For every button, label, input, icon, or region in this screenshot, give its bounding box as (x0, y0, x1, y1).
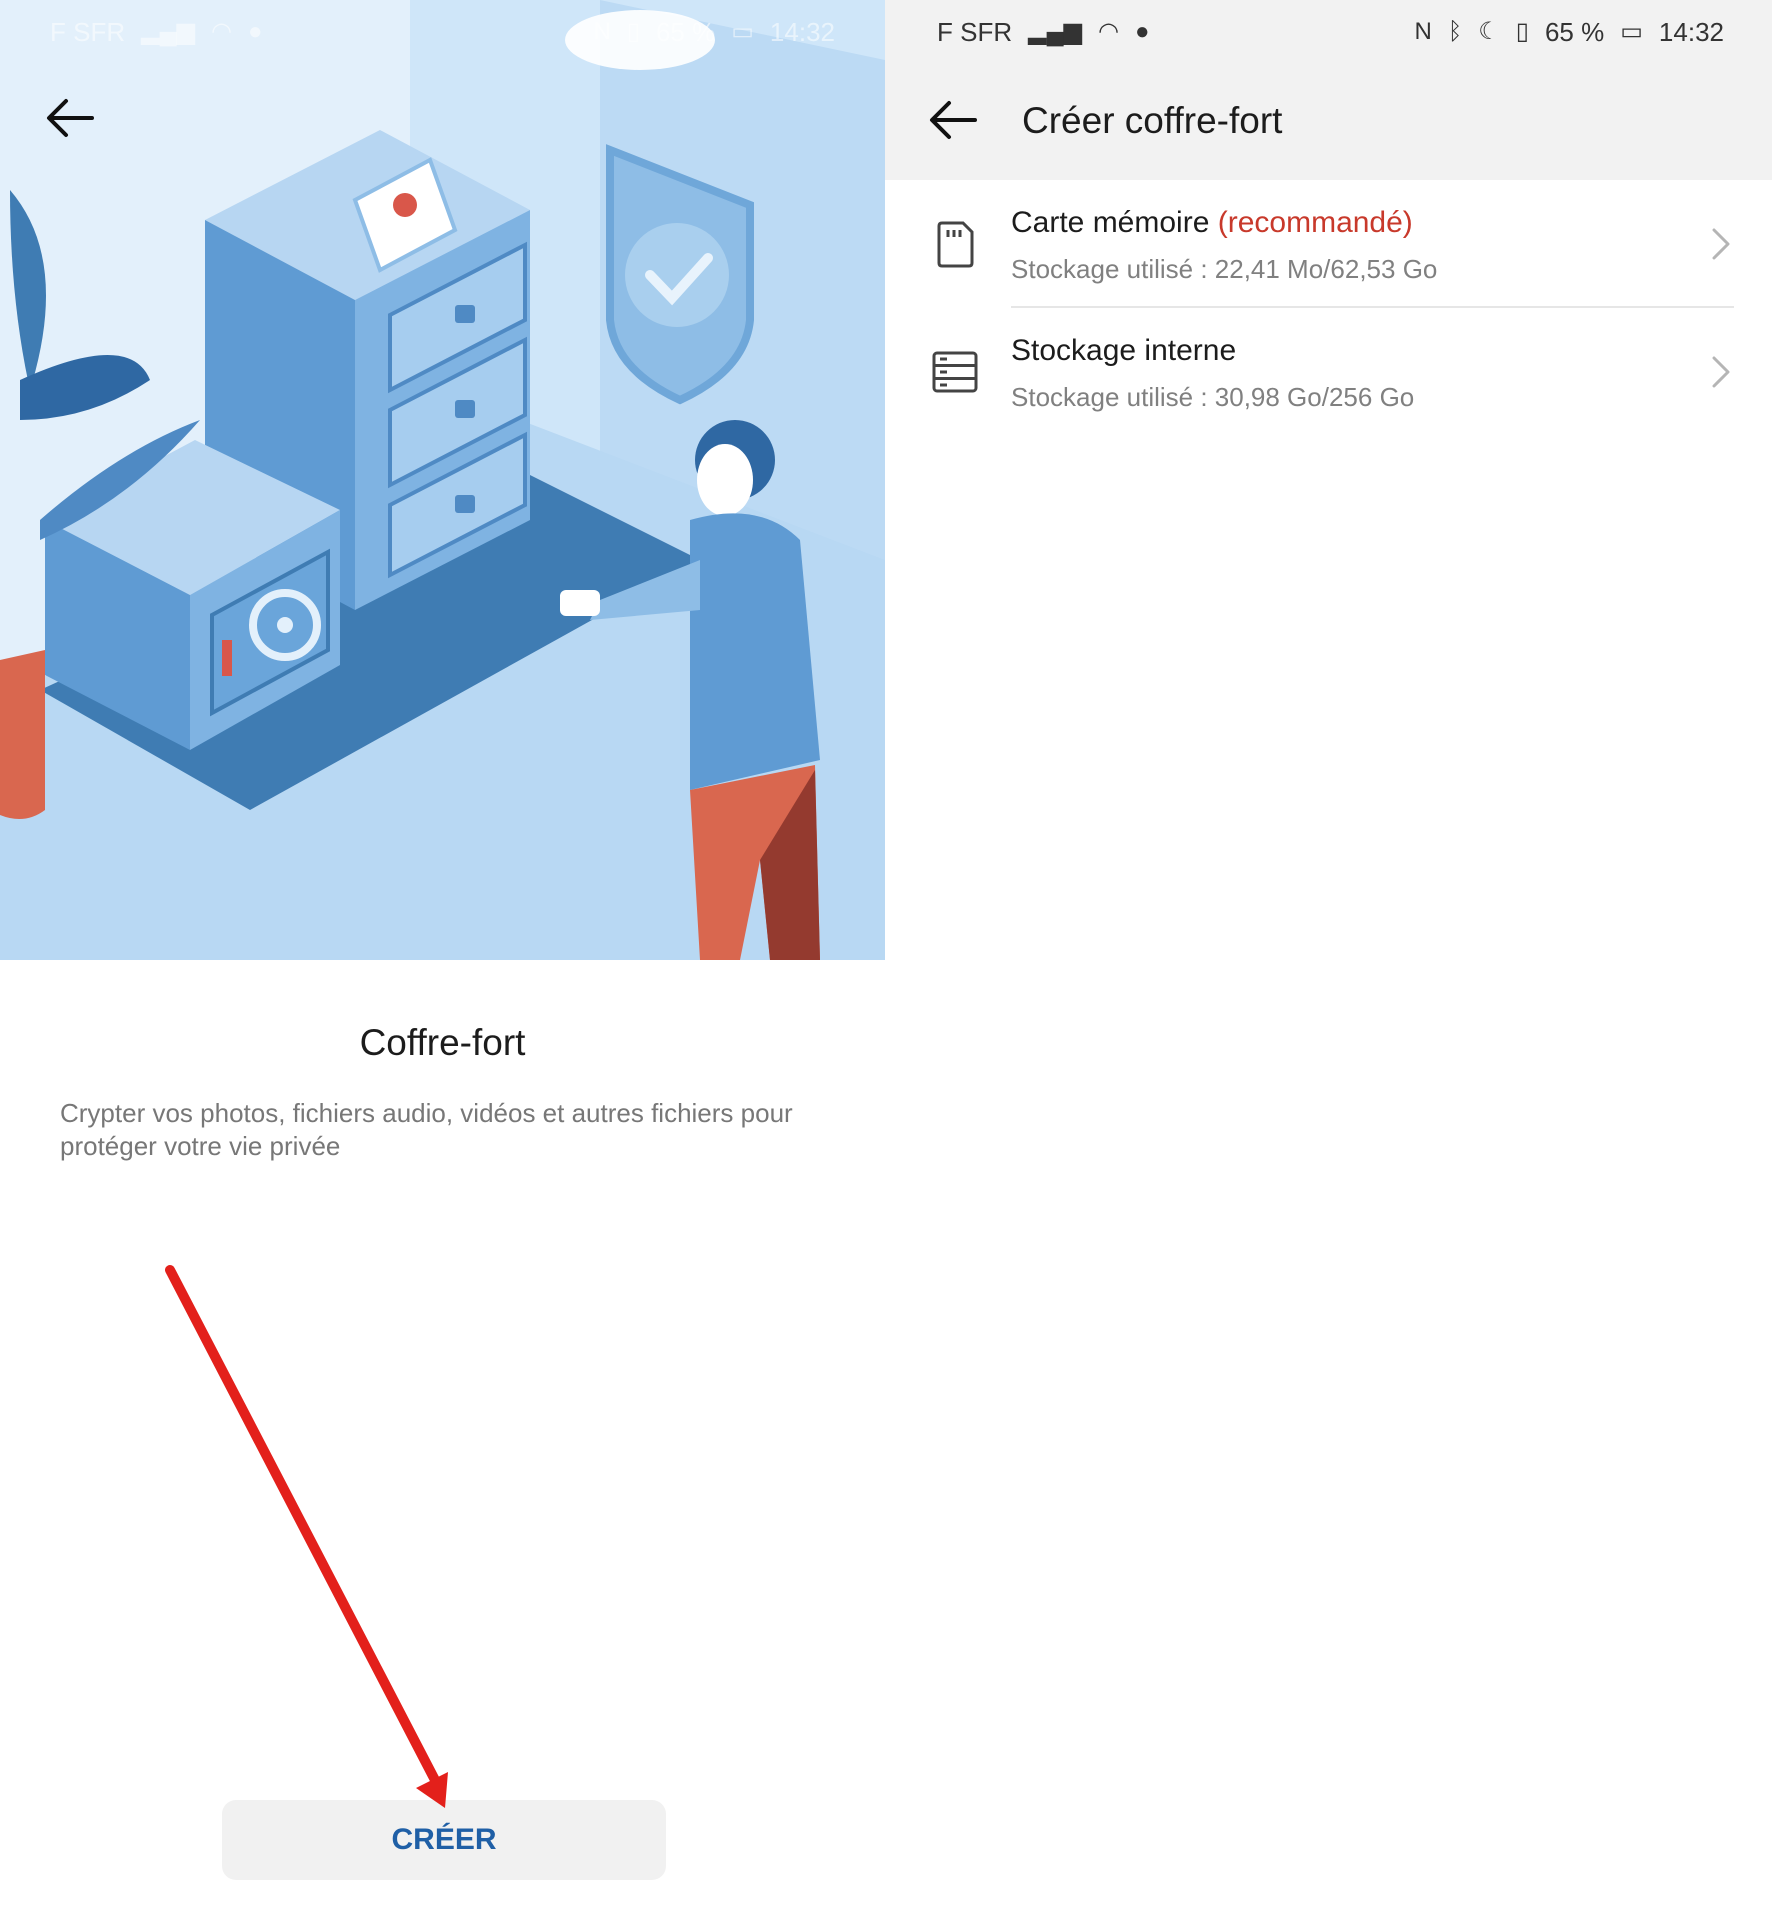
carrier-label: F SFR (50, 16, 126, 47)
battery-icon: ▭ (731, 18, 754, 45)
arrow-left-icon (47, 99, 94, 137)
vibrate-icon: ▯ (626, 18, 640, 45)
vault-illustration (0, 0, 885, 960)
sd-card-label: Carte mémoire (1011, 206, 1210, 239)
vault-description: Crypter vos photos, fichiers audio, vidé… (60, 1098, 793, 1161)
sd-card-icon (929, 218, 981, 270)
nfc-icon: N (593, 18, 611, 45)
arrow-left-icon (930, 101, 977, 139)
bluetooth-icon: ᛒ (1447, 18, 1463, 45)
storage-usage: Stockage utilisé : 22,41 Mo/62,53 Go (1011, 254, 1438, 284)
storage-option-title: Carte mémoire (recommandé) (1011, 206, 1413, 240)
clock: 14:32 (1658, 16, 1724, 47)
carrier-label: F SFR (937, 16, 1013, 47)
vault-title: Coffre-fort (359, 1022, 526, 1063)
battery-icon: ▭ (1620, 18, 1643, 45)
messenger-icon: ● (247, 18, 263, 45)
storage-option-title: Stockage interne (1011, 334, 1236, 368)
clock: 14:32 (769, 16, 835, 47)
moon-icon: ☾ (1478, 18, 1500, 45)
battery-percent: 65 % (655, 16, 716, 47)
storage-list: Carte mémoire (recommandé) Stockage util… (885, 180, 1772, 436)
create-vault-button[interactable]: CRÉER (222, 1800, 666, 1880)
chevron-right-icon (1712, 356, 1730, 388)
intro-screen: F SFR ▂▄▆ ◠ ● N ▯ 65 % ▭ 14:32 Coffre-fo… (0, 0, 885, 1920)
nfc-icon: N (1414, 18, 1432, 45)
page-title: Créer coffre-fort (1022, 100, 1283, 141)
battery-percent: 65 % (1544, 16, 1605, 47)
messenger-icon: ● (1134, 18, 1150, 45)
internal-storage-icon (929, 346, 981, 398)
status-bar-right: F SFR ▂▄▆ ◠ ● N ᛒ ☾ ▯ 65 % ▭ 14:32 (885, 0, 1772, 64)
vibrate-icon: ▯ (1515, 18, 1529, 45)
wifi-icon: ◠ (211, 18, 232, 45)
status-bar-left: F SFR ▂▄▆ ◠ ● N ▯ 65 % ▭ 14:32 (0, 0, 885, 64)
signal-icon: ▂▄▆ (1028, 18, 1083, 45)
wifi-icon: ◠ (1098, 18, 1119, 45)
hero-illustration: F SFR ▂▄▆ ◠ ● N ▯ 65 % ▭ 14:32 (0, 0, 885, 960)
chevron-right-icon (1712, 228, 1730, 260)
signal-icon: ▂▄▆ (141, 18, 196, 45)
recommended-tag: (recommandé) (1217, 206, 1413, 239)
storage-option-internal[interactable]: Stockage interne Stockage utilisé : 30,9… (885, 308, 1772, 436)
storage-usage: Stockage utilisé : 30,98 Go/256 Go (1011, 382, 1415, 412)
storage-option-sd-card[interactable]: Carte mémoire (recommandé) Stockage util… (885, 180, 1772, 308)
app-bar: F SFR ▂▄▆ ◠ ● N ᛒ ☾ ▯ 65 % ▭ 14:32 Créer… (885, 0, 1772, 180)
create-vault-screen: F SFR ▂▄▆ ◠ ● N ᛒ ☾ ▯ 65 % ▭ 14:32 Créer… (885, 0, 1772, 1920)
back-button[interactable] (925, 92, 981, 148)
internal-storage-label: Stockage interne (1011, 334, 1237, 367)
back-button[interactable] (42, 90, 98, 146)
